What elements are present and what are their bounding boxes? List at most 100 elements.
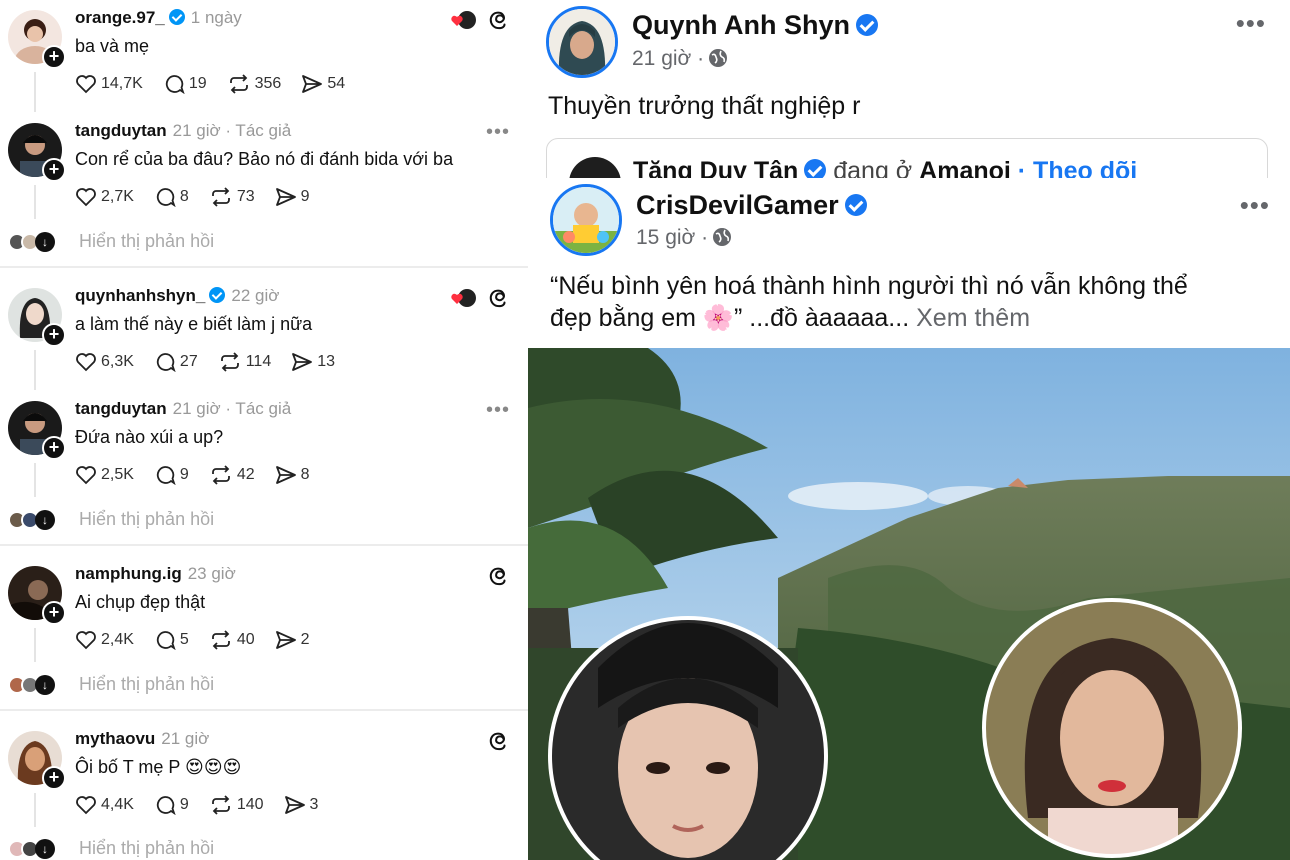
more-icon[interactable]: ••• — [1236, 8, 1266, 39]
show-replies-button[interactable]: ↓ Hiển thị phản hồi — [8, 231, 214, 252]
share-icon — [275, 188, 296, 206]
repost-count: 42 — [236, 466, 255, 483]
repost-button[interactable]: 140 — [209, 795, 264, 815]
comment-actions: 2,5K 9 42 8 — [75, 465, 330, 485]
comment-icon — [165, 75, 185, 94]
follow-plus-button[interactable]: + — [42, 436, 66, 460]
comment-username[interactable]: orange.97_ — [75, 8, 165, 27]
comment-button[interactable]: 9 — [154, 465, 189, 485]
repost-icon — [211, 630, 230, 650]
like-button[interactable]: 2,4K — [75, 630, 134, 650]
like-button[interactable]: 6,3K — [75, 352, 134, 372]
heart-icon — [76, 631, 96, 650]
follow-plus-button[interactable]: + — [42, 158, 66, 182]
show-replies-button[interactable]: ↓ Hiển thị phản hồi — [8, 674, 214, 695]
comment-count: 27 — [179, 353, 198, 370]
like-button[interactable]: 4,4K — [75, 795, 134, 815]
share-count: 8 — [300, 466, 310, 483]
post-author-name[interactable]: CrisDevilGamer — [636, 190, 839, 220]
facebook-post-quynh-anh: Quynh Anh Shyn 21 giờ · ••• Thuyền trưởn… — [528, 0, 1290, 178]
shared-location[interactable]: Amanoi — [919, 157, 1011, 178]
show-replies-label: Hiển thị phản hồi — [79, 838, 215, 858]
show-replies-button[interactable]: ↓ Hiển thị phản hồi — [8, 838, 214, 859]
arrow-down-icon: ↓ — [35, 231, 55, 252]
comment-item: + tangduytan 21 giờ · Tác giả ••• Con rể … — [0, 113, 528, 268]
comment-username[interactable]: tangduytan — [75, 121, 167, 140]
comment-icon — [156, 796, 176, 815]
repost-button[interactable]: 42 — [209, 465, 255, 485]
repost-button[interactable]: 114 — [218, 352, 271, 372]
share-icon — [292, 353, 313, 371]
comment-item: + tangduytan 21 giờ · Tác giả ••• Đứa nào… — [0, 391, 528, 546]
repost-button[interactable]: 356 — [227, 74, 281, 94]
comment-button[interactable]: 27 — [154, 352, 198, 372]
comment-button[interactable]: 8 — [154, 187, 189, 207]
share-button[interactable]: 3 — [284, 795, 318, 815]
threads-comments-panel: + orange.97_ 1 ngày ba và mẹ 14,7K 19 356… — [0, 0, 528, 860]
comment-username[interactable]: mythaovu — [75, 729, 155, 748]
comment-username[interactable]: namphung.ig — [75, 564, 182, 583]
follow-plus-button[interactable]: + — [42, 45, 66, 69]
more-icon[interactable]: ••• — [486, 121, 510, 144]
threads-icon[interactable] — [488, 564, 510, 586]
globe-icon — [709, 49, 728, 67]
repost-count: 40 — [236, 631, 255, 648]
follow-plus-button[interactable]: + — [42, 766, 66, 790]
follow-plus-button[interactable]: + — [42, 601, 66, 625]
comment-button[interactable]: 19 — [163, 74, 207, 94]
post-photo[interactable] — [528, 348, 1290, 860]
shared-author-name[interactable]: Tăng Duy Tân — [633, 157, 798, 178]
comment-count: 8 — [179, 188, 189, 205]
repost-icon — [211, 465, 230, 485]
post-author-name[interactable]: Quynh Anh Shyn — [632, 10, 850, 40]
comment-username[interactable]: tangduytan — [75, 399, 167, 418]
comment-username[interactable]: quynhanhshyn_ — [75, 286, 205, 305]
comment-button[interactable]: 5 — [154, 630, 189, 650]
heart-icon — [76, 796, 96, 815]
like-button[interactable]: 2,5K — [75, 465, 134, 485]
liked-by-author-icon — [451, 11, 476, 29]
shared-location-prefix: đang ở — [826, 157, 920, 178]
comment-text: ba và mẹ — [75, 36, 150, 56]
comment-count: 19 — [188, 75, 207, 92]
comment-icon — [156, 188, 176, 207]
comment-text: Ôi bố T mẹ P 😍😍😍 — [75, 757, 242, 777]
shared-post-preview[interactable]: Tăng Duy Tân đang ở Amanoi · Theo dõi — [546, 138, 1268, 178]
verified-icon — [844, 194, 867, 216]
like-button[interactable]: 2,7K — [75, 187, 134, 207]
comment-text: Con rể của ba đâu? Bảo nó đi đánh bida v… — [75, 149, 454, 169]
share-button[interactable]: 2 — [275, 630, 310, 650]
comment-time: 21 giờ — [161, 729, 210, 748]
see-more-link[interactable]: Xem thêm — [916, 304, 1030, 332]
avatar[interactable] — [550, 184, 622, 256]
share-button[interactable]: 13 — [291, 352, 335, 372]
repost-button[interactable]: 73 — [209, 187, 255, 207]
threads-icon[interactable] — [488, 729, 510, 751]
share-button[interactable]: 54 — [301, 74, 345, 94]
follow-plus-button[interactable]: + — [42, 323, 66, 347]
share-button[interactable]: 8 — [275, 465, 310, 485]
post-time: 21 giờ · — [632, 47, 705, 70]
threads-icon[interactable] — [488, 8, 510, 30]
repost-button[interactable]: 40 — [209, 630, 255, 650]
show-replies-button[interactable]: ↓ Hiển thị phản hồi — [8, 509, 214, 530]
avatar[interactable] — [546, 6, 618, 78]
like-button[interactable]: 14,7K — [75, 74, 143, 94]
heart-icon — [76, 188, 96, 207]
show-replies-label: Hiển thị phản hồi — [79, 674, 215, 694]
arrow-down-icon: ↓ — [35, 674, 55, 695]
more-icon[interactable]: ••• — [486, 399, 510, 422]
threads-icon[interactable] — [488, 286, 510, 308]
comment-button[interactable]: 9 — [154, 795, 189, 815]
like-count: 4,4K — [101, 796, 134, 813]
comment-count: 9 — [179, 796, 189, 813]
more-icon[interactable]: ••• — [1240, 190, 1270, 221]
share-count: 9 — [300, 188, 310, 205]
author-tag: · Tác giả — [225, 121, 292, 140]
share-button[interactable]: 9 — [275, 187, 310, 207]
show-replies-label: Hiển thị phản hồi — [79, 231, 215, 251]
facebook-post-crisdevilgamer: CrisDevilGamer 15 giờ · ••• “Nếu bình yê… — [528, 178, 1290, 860]
follow-link[interactable]: · Theo dõi — [1011, 157, 1137, 178]
comment-actions: 6,3K 27 114 13 — [75, 352, 355, 372]
heart-icon — [76, 466, 96, 485]
